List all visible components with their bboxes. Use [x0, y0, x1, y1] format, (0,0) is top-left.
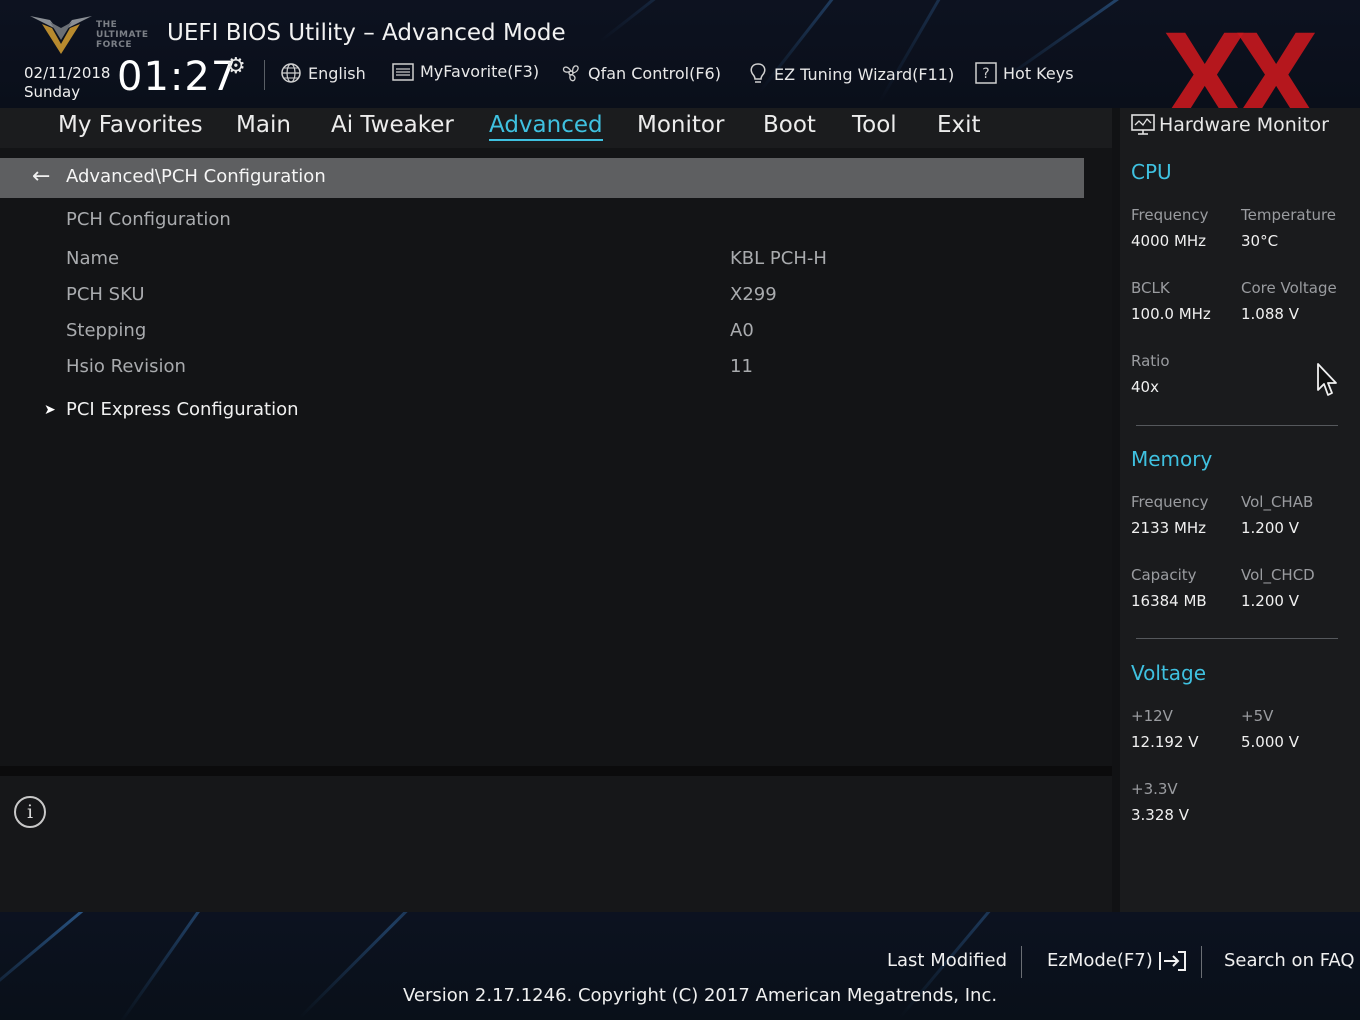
core-voltage-label: Core Voltage — [1241, 279, 1337, 297]
date: 02/11/2018 — [24, 64, 111, 82]
ratio-label: Ratio — [1131, 352, 1170, 370]
bclk-value: 100.0 MHz — [1131, 305, 1211, 323]
weekday: Sunday — [24, 83, 81, 101]
ratio-value: 40x — [1131, 378, 1159, 396]
v33-value: 3.328 V — [1131, 806, 1189, 824]
voltage-heading: Voltage — [1131, 661, 1207, 685]
qfan-control-button[interactable]: Qfan Control(F6) — [560, 62, 721, 84]
window-title: UEFI BIOS Utility – Advanced Mode — [167, 20, 566, 46]
monitor-icon — [1131, 114, 1155, 135]
back-arrow-icon[interactable]: ← — [32, 164, 50, 189]
vol-chab-value: 1.200 V — [1241, 519, 1299, 537]
tab-monitor[interactable]: Monitor — [637, 112, 724, 138]
logo-text: THE ULTIMATE FORCE — [96, 20, 149, 50]
cpu-heading: CPU — [1131, 160, 1172, 184]
cpu-frequency-value: 4000 MHz — [1131, 232, 1207, 250]
hardware-monitor-title: Hardware Monitor — [1159, 114, 1329, 136]
memory-heading: Memory — [1131, 447, 1213, 471]
clock: 01:27 — [117, 54, 238, 100]
row-label-hsio-revision: Hsio Revision — [66, 356, 186, 377]
cpu-frequency-label: Frequency — [1131, 206, 1209, 224]
list-icon — [392, 62, 414, 81]
tab-advanced[interactable]: Advanced — [489, 112, 603, 141]
gear-icon[interactable]: ⚙ — [226, 54, 246, 79]
tab-boot[interactable]: Boot — [763, 112, 816, 138]
v12-value: 12.192 V — [1131, 733, 1199, 751]
cpu-temperature-value: 30°C — [1241, 232, 1279, 250]
section-title: PCH Configuration — [66, 209, 231, 230]
ezmode-button[interactable]: EzMode(F7) — [1047, 950, 1188, 972]
date-display: 02/11/2018 Sunday — [24, 64, 110, 102]
help-panel — [0, 776, 1112, 912]
breadcrumb-path: Advanced\PCH Configuration — [66, 166, 326, 187]
row-value-name: KBL PCH-H — [730, 248, 827, 269]
svg-text:?: ? — [982, 66, 989, 82]
tab-exit[interactable]: Exit — [937, 112, 981, 138]
v5-label: +5V — [1241, 707, 1274, 725]
submenu-pci-express[interactable]: PCI Express Configuration — [66, 399, 299, 420]
language-button[interactable]: English — [280, 62, 366, 84]
core-voltage-value: 1.088 V — [1241, 305, 1299, 323]
v33-label: +3.3V — [1131, 780, 1178, 798]
divider — [1201, 946, 1202, 978]
tab-ai-tweaker[interactable]: Ai Tweaker — [331, 112, 454, 138]
help-icon: ? — [975, 62, 997, 84]
version-text: Version 2.17.1246. Copyright (C) 2017 Am… — [403, 985, 998, 1006]
myfavorite-button[interactable]: MyFavorite(F3) — [392, 62, 539, 81]
row-label-name: Name — [66, 248, 120, 269]
memory-frequency-value: 2133 MHz — [1131, 519, 1207, 537]
v12-label: +12V — [1131, 707, 1173, 725]
fan-icon — [562, 65, 579, 82]
vol-chab-label: Vol_CHAB — [1241, 493, 1314, 511]
search-on-faq-button[interactable]: Search on FAQ — [1224, 950, 1355, 971]
mouse-cursor-icon — [1317, 363, 1337, 396]
divider — [1021, 946, 1022, 978]
v5-value: 5.000 V — [1241, 733, 1299, 751]
row-label-stepping: Stepping — [66, 320, 147, 341]
vol-chcd-value: 1.200 V — [1241, 592, 1299, 610]
row-label-pch-sku: PCH SKU — [66, 284, 145, 305]
tab-my-favorites[interactable]: My Favorites — [58, 112, 203, 138]
bulb-icon — [750, 63, 766, 83]
row-value-stepping: A0 — [730, 320, 754, 341]
capacity-label: Capacity — [1131, 566, 1197, 584]
hot-keys-button[interactable]: ? Hot Keys — [975, 62, 1074, 84]
globe-icon — [281, 63, 301, 83]
tab-tool[interactable]: Tool — [852, 112, 897, 138]
bclk-label: BCLK — [1131, 279, 1170, 297]
divider — [1136, 425, 1338, 426]
chevron-right-icon: ➤ — [44, 402, 56, 418]
ez-tuning-wizard-button[interactable]: EZ Tuning Wizard(F11) — [748, 62, 954, 86]
last-modified-button[interactable]: Last Modified — [887, 950, 1007, 971]
main-panel — [0, 148, 1112, 766]
exit-arrow-icon — [1159, 951, 1187, 971]
tab-main[interactable]: Main — [236, 112, 291, 138]
divider — [264, 60, 265, 90]
capacity-value: 16384 MB — [1131, 592, 1207, 610]
divider — [1136, 638, 1338, 639]
divider — [0, 766, 1112, 776]
info-icon: i — [14, 796, 46, 828]
row-value-pch-sku: X299 — [730, 284, 777, 305]
memory-frequency-label: Frequency — [1131, 493, 1209, 511]
vol-chcd-label: Vol_CHCD — [1241, 566, 1315, 584]
row-value-hsio-revision: 11 — [730, 356, 753, 377]
cpu-temperature-label: Temperature — [1241, 206, 1337, 224]
